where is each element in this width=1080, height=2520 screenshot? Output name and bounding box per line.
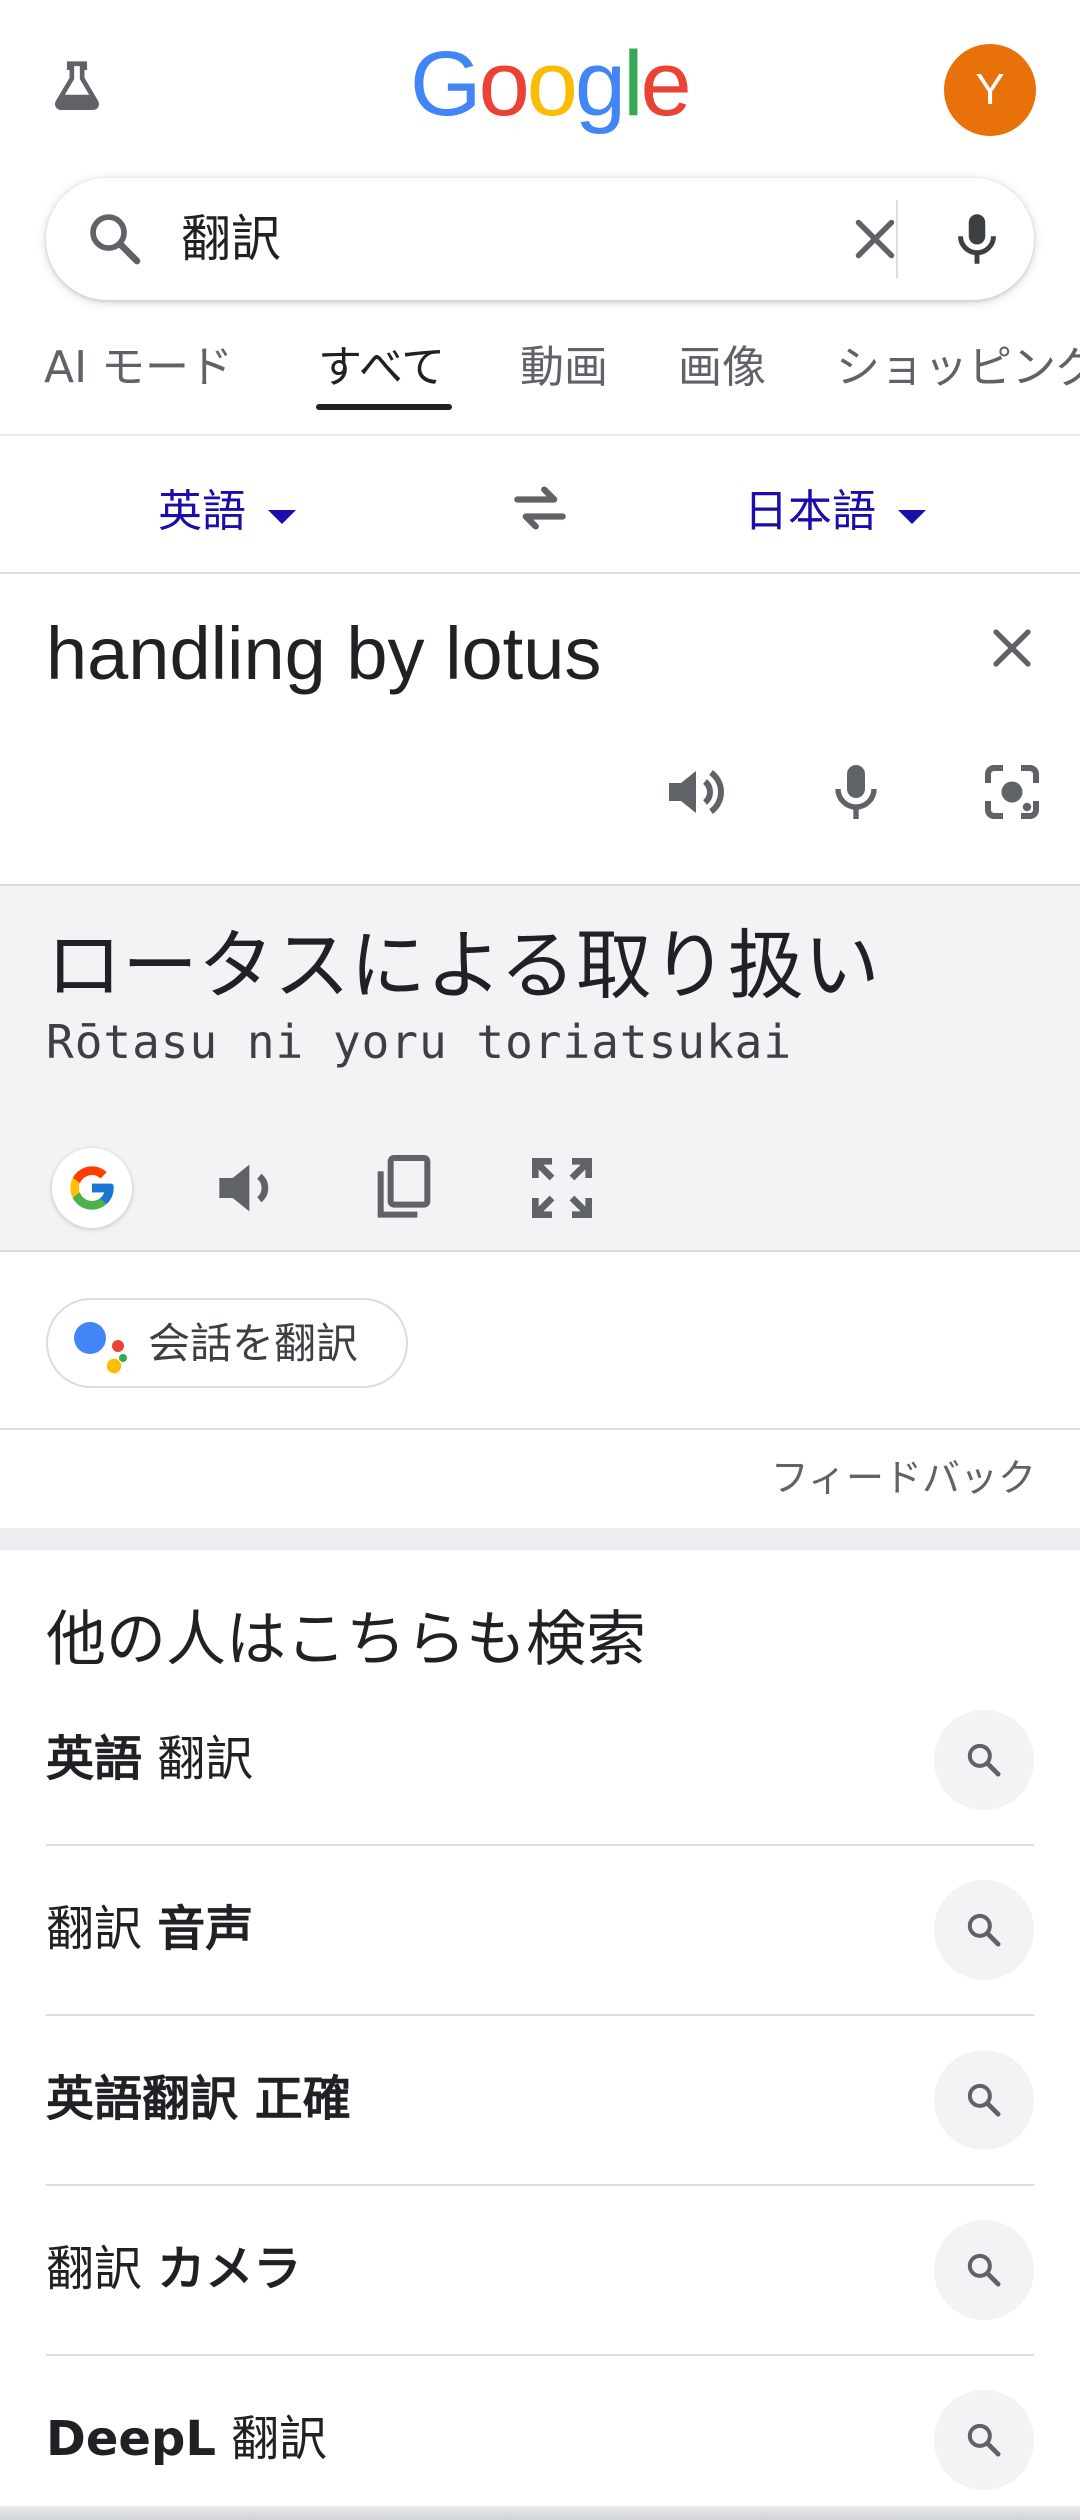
search-icon bbox=[967, 2423, 1001, 2457]
search-icon bbox=[967, 1913, 1001, 1947]
google-assistant-icon bbox=[74, 1322, 127, 1374]
top-bar: Google Y bbox=[0, 0, 1080, 170]
source-text[interactable]: handling by lotus bbox=[46, 606, 601, 702]
swap-languages-icon[interactable] bbox=[506, 474, 574, 542]
related-search-text: 翻訳 カメラ bbox=[46, 2236, 301, 2302]
bold-term: DeepL bbox=[46, 2411, 216, 2467]
copy-icon[interactable] bbox=[364, 1148, 444, 1228]
speaker-icon[interactable] bbox=[206, 1148, 286, 1228]
term: 翻訳 bbox=[215, 2411, 328, 2467]
google-g-button[interactable] bbox=[52, 1148, 132, 1228]
clear-icon[interactable] bbox=[842, 206, 908, 272]
tab-shopping[interactable]: ショッピング bbox=[836, 338, 1080, 398]
related-search-button[interactable] bbox=[934, 2050, 1034, 2150]
target-language-select[interactable]: 日本語 bbox=[744, 482, 926, 542]
source-language-label: 英語 bbox=[158, 486, 246, 537]
translation-panel: ロータスによる取り扱い Rōtasu ni yoru toriatsukai bbox=[0, 886, 1080, 1252]
feedback-link[interactable]: フィードバック bbox=[771, 1450, 1036, 1506]
google-logo[interactable]: Google bbox=[410, 33, 692, 135]
google-g-icon bbox=[70, 1166, 114, 1210]
related-search-button[interactable] bbox=[934, 1710, 1034, 1810]
dropdown-caret-icon bbox=[268, 510, 296, 524]
related-search-text: 翻訳 音声 bbox=[46, 1896, 253, 1962]
speaker-icon[interactable] bbox=[660, 756, 732, 828]
logo-letter: g bbox=[574, 33, 626, 135]
mic-icon[interactable] bbox=[820, 756, 892, 828]
related-search-item[interactable]: DeepL 翻訳 bbox=[46, 2356, 1034, 2520]
search-tabs: AI モード すべて 動画 画像 ショッピング bbox=[0, 320, 1080, 436]
term: 翻訳 bbox=[46, 2241, 158, 2297]
logo-letter: l bbox=[623, 33, 644, 135]
term: 翻訳 bbox=[46, 1901, 158, 1957]
related-search-button[interactable] bbox=[934, 1880, 1034, 1980]
related-search-item[interactable]: 英語 翻訳 bbox=[46, 1676, 1034, 1846]
tab-ai-mode[interactable]: AI モード bbox=[44, 338, 233, 398]
related-search-text: 英語翻訳 正確 bbox=[46, 2066, 351, 2132]
search-icon bbox=[967, 2083, 1001, 2117]
source-language-select[interactable]: 英語 bbox=[158, 482, 296, 542]
source-text-panel: handling by lotus bbox=[0, 576, 1080, 886]
logo-letter: o bbox=[478, 33, 530, 135]
translated-text: ロータスによる取り扱い bbox=[46, 921, 880, 1010]
related-search-item[interactable]: 翻訳 カメラ bbox=[46, 2186, 1034, 2356]
fullscreen-icon[interactable] bbox=[522, 1148, 602, 1228]
dropdown-caret-icon bbox=[898, 510, 926, 524]
google-lens-icon[interactable] bbox=[976, 756, 1048, 828]
people-also-search-title: 他の人はこちらも検索 bbox=[46, 1605, 646, 1675]
active-tab-indicator bbox=[316, 404, 452, 410]
bold-term: 音声 bbox=[157, 1901, 254, 1957]
related-search-item[interactable]: 英語翻訳 正確 bbox=[46, 2016, 1034, 2186]
account-avatar[interactable]: Y bbox=[944, 44, 1036, 136]
related-search-text: 英語 翻訳 bbox=[46, 1726, 253, 1792]
logo-letter: o bbox=[526, 33, 578, 135]
close-icon[interactable] bbox=[980, 616, 1044, 680]
bottom-edge bbox=[0, 2506, 1080, 2520]
related-search-button[interactable] bbox=[934, 2390, 1034, 2490]
tab-videos[interactable]: 動画 bbox=[520, 338, 608, 398]
logo-letter: e bbox=[640, 33, 692, 135]
search-icon bbox=[967, 1743, 1001, 1777]
bold-term: 英語 bbox=[46, 1731, 143, 1787]
tab-all[interactable]: すべて bbox=[318, 338, 445, 398]
search-box[interactable]: 翻訳 bbox=[46, 178, 1034, 300]
term: 翻訳 bbox=[142, 1731, 254, 1787]
logo-letter: G bbox=[410, 33, 482, 135]
section-separator bbox=[0, 1528, 1080, 1550]
search-icon bbox=[967, 2253, 1001, 2287]
target-language-label: 日本語 bbox=[744, 486, 876, 537]
search-divider bbox=[896, 200, 898, 278]
romanization-text: Rōtasu ni yoru toriatsukai bbox=[46, 1015, 793, 1069]
bold-term: 英語翻訳 正確 bbox=[46, 2071, 351, 2127]
translate-conversation-label: 会話を翻訳 bbox=[148, 1319, 359, 1368]
bold-term: カメラ bbox=[157, 2241, 302, 2297]
search-input[interactable]: 翻訳 bbox=[181, 206, 281, 272]
related-search-item[interactable]: 翻訳 音声 bbox=[46, 1846, 1034, 2016]
flask-icon[interactable] bbox=[46, 56, 108, 118]
conversation-area: 会話を翻訳 bbox=[0, 1252, 1080, 1430]
related-search-button[interactable] bbox=[934, 2220, 1034, 2320]
related-search-text: DeepL 翻訳 bbox=[46, 2406, 327, 2472]
mic-icon[interactable] bbox=[944, 206, 1010, 272]
search-icon[interactable] bbox=[84, 208, 146, 270]
translate-conversation-button[interactable]: 会話を翻訳 bbox=[46, 1298, 408, 1388]
tab-images[interactable]: 画像 bbox=[678, 338, 766, 398]
